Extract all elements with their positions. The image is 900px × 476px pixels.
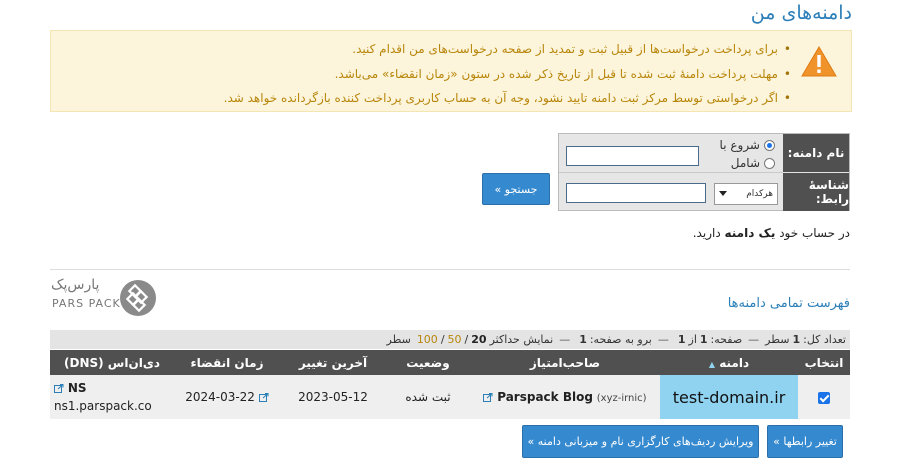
expiry-date: 2024-03-22 [185,390,255,404]
page-size-sep: / [464,333,469,346]
radio-starts-with-label: شروع با [719,138,760,152]
owner-id: (xyz-irnic) [596,393,647,404]
col-last-change: آخرین تغییر [280,350,386,375]
col-status: وضعیت [386,350,470,375]
pagination-bar: تعداد کل: 1 سطر — صفحه: 1 از 1 — برو به … [50,330,850,349]
goto-label: برو به صفحه: [589,333,652,346]
chevron-down-icon [719,191,727,196]
divider [50,269,850,270]
radio-contains[interactable]: شامل [731,156,775,170]
radio-unselected-icon[interactable] [764,157,775,169]
page-size-100[interactable]: 100 [417,333,438,346]
owner-cell[interactable]: Parspack Blog (xyz-irnic) [470,375,660,419]
expiry-cell[interactable]: 2024-03-22 [174,375,280,419]
reseller-type-value: هرکدام [746,189,773,199]
page-title: دامنه‌های من [750,2,852,24]
notice-item: مهلت پرداخت دامنهٔ ثبت شده تا قبل از تار… [224,62,791,87]
col-domain[interactable]: دامنه ▲ [660,350,798,375]
owner-name: Parspack Blog [497,390,593,404]
last-change-cell: 2023-05-12 [280,375,386,419]
show-unit: سطر [386,333,411,346]
row-select-cell[interactable] [798,375,850,419]
search-form: نام دامنه: شناسهٔ رابط: شروع با شامل هرک… [558,133,850,211]
domains-list-title: فهرست تمامی دامنه‌ها [727,296,850,311]
radio-selected-icon[interactable] [764,139,775,151]
page-label: صفحه: [710,333,743,346]
reseller-type-select[interactable]: هرکدام [714,183,778,205]
row-checkbox[interactable] [818,391,830,404]
external-link-icon[interactable] [483,393,493,402]
separator-dash: — [657,333,669,346]
dns-value: ns1.parspack.co [54,399,152,413]
page-value: 1 [699,333,708,346]
status-cell: ثبت شده [386,375,470,419]
account-summary: در حساب خود یک دامنه دارید. [693,226,850,240]
total-label: تعداد کل: [803,333,846,346]
domain-name-input[interactable] [566,146,699,166]
logo-mark-icon [120,280,156,316]
separator-dash: — [559,333,571,346]
col-select: انتخاب [798,350,850,375]
page-size-20[interactable]: 20 [471,333,486,346]
total-unit: سطر [765,333,790,346]
col-dns: دی‌ان‌اس (DNS) [50,350,174,375]
col-domain-label: دامنه [719,355,750,370]
domain-name-label: نام دامنه: [783,134,849,172]
goto-page-input[interactable]: 1 [579,333,587,346]
dns-cell[interactable]: NS ns1.parspack.co [50,375,174,419]
separator-dash: — [748,333,760,346]
row-divider [559,172,783,173]
notice-item: برای پرداخت درخواست‌ها از قبیل ثبت و تمد… [224,37,791,62]
reseller-id-input[interactable] [566,183,706,203]
radio-contains-label: شامل [730,156,760,170]
parspack-logo: پارس‌پک PARS PACK [51,277,161,317]
domain-cell[interactable]: test-domain.ir [660,375,798,419]
account-suffix: دارید. [692,226,721,240]
page-size-sep: / [440,333,445,346]
page-total: 1 [677,333,686,346]
page-size-50[interactable]: 50 [448,333,462,346]
logo-text-en: PARS PACK [52,297,121,310]
table-header-row: انتخاب دامنه ▲ صاحب‌امتیاز وضعیت آخرین ت… [50,350,850,375]
show-max-label: نمایش حداکثر [489,333,554,346]
logo-text-fa: پارس‌پک [51,277,100,293]
notice-list: برای پرداخت درخواست‌ها از قبیل ثبت و تمد… [224,37,791,111]
account-prefix: در حساب خود [779,226,850,240]
account-count: یک دامنه [724,226,776,240]
page-of: از [688,333,697,346]
domains-table: انتخاب دامنه ▲ صاحب‌امتیاز وضعیت آخرین ت… [50,350,850,419]
warning-icon [801,46,837,77]
col-owner: صاحب‌امتیاز [470,350,660,375]
notice-item: اگر درخواستی توسط مرکز ثبت دامنه تایید ن… [224,86,791,111]
sort-asc-icon[interactable]: ▲ [709,360,715,369]
col-expiry: زمان انقضاء [174,350,280,375]
radio-starts-with[interactable]: شروع با [720,138,775,152]
change-links-button[interactable]: تغییر رابطها » [767,425,843,458]
external-link-icon[interactable] [54,384,64,393]
external-link-icon[interactable] [258,393,269,402]
edit-dns-button[interactable]: ویرایش ردیف‌های کارگزاری نام و میزبانی د… [522,425,759,458]
notice-box: برای پرداخت درخواست‌ها از قبیل ثبت و تمد… [50,30,852,112]
search-button[interactable]: جستجو » [482,173,550,205]
reseller-id-label: شناسهٔ رابط: [783,173,849,211]
total-value: 1 [792,333,801,346]
table-row: test-domain.ir Parspack Blog (xyz-irnic)… [50,375,850,419]
dns-label: NS [67,381,87,395]
